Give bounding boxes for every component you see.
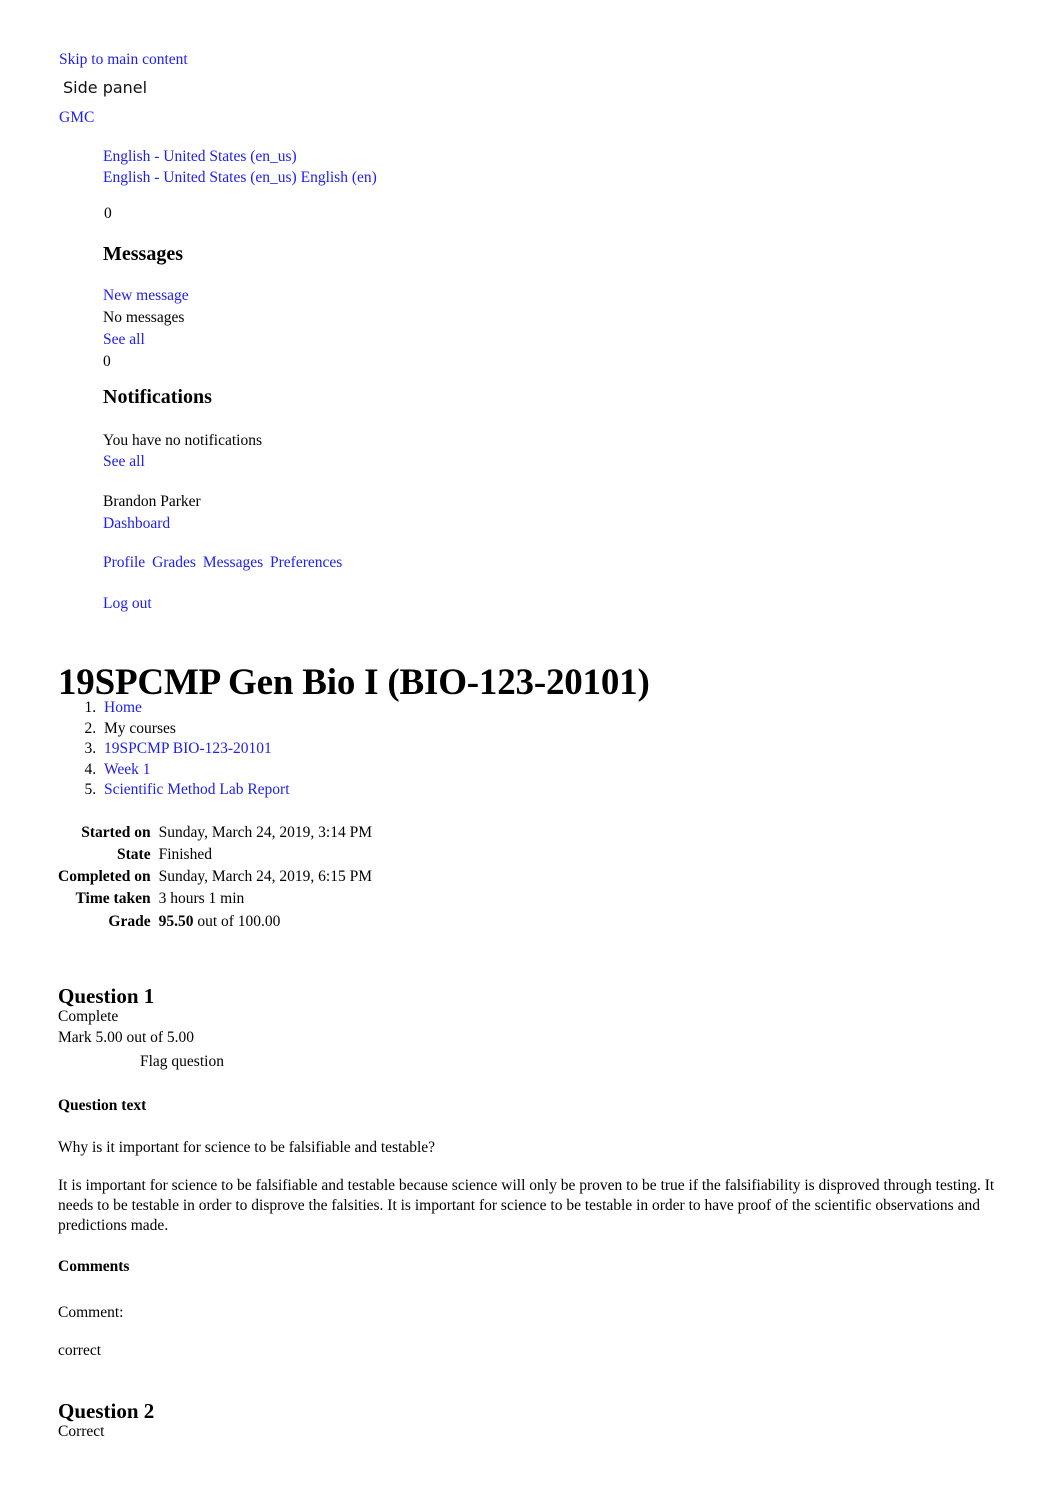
breadcrumb-item-home: Home — [100, 698, 290, 719]
breadcrumb: Home My courses 19SPCMP BIO-123-20101 We… — [58, 698, 290, 801]
notifications-heading: Notifications — [103, 386, 212, 408]
question-1-comment-text: correct — [58, 1342, 102, 1359]
messages-see-all-row: See all — [103, 329, 189, 351]
messages-count: 0 — [104, 205, 112, 222]
table-row: Started on Sunday, March 24, 2019, 3:14 … — [58, 822, 372, 844]
attempt-value-started-on: Sunday, March 24, 2019, 3:14 PM — [158, 824, 372, 841]
messages-link[interactable]: Messages — [203, 554, 263, 571]
table-row: Completed on Sunday, March 24, 2019, 6:1… — [58, 866, 372, 888]
no-messages-text: No messages — [103, 309, 185, 326]
question-1-info: Complete Mark 5.00 out of 5.00 — [58, 1007, 194, 1048]
user-menu: Brandon Parker Dashboard — [103, 491, 201, 535]
side-panel-toggle[interactable]: Side panel — [63, 78, 147, 99]
breadcrumb-link-home[interactable]: Home — [104, 699, 142, 716]
attempt-summary-table: Started on Sunday, March 24, 2019, 3:14 … — [58, 822, 372, 933]
attempt-value-grade: 95.50 out of 100.00 — [154, 911, 372, 933]
notifications-see-all-link[interactable]: See all — [103, 453, 145, 470]
question-1-comment-label: Comment: — [58, 1304, 124, 1321]
new-message-row: New message — [103, 285, 189, 307]
language-options-link[interactable]: English - United States (en_us) English … — [103, 169, 377, 186]
skip-to-main-content-link[interactable]: Skip to main content — [59, 50, 188, 70]
attempt-label-started-on: Started on — [81, 824, 151, 841]
site-brand-link[interactable]: GMC — [59, 108, 94, 128]
question-1-flag-button[interactable]: Flag question — [140, 1052, 224, 1072]
table-row: State Finished — [58, 844, 372, 866]
breadcrumb-item-activity: Scientific Method Lab Report — [100, 780, 290, 801]
notifications-see-all-row: See all — [103, 451, 262, 472]
dashboard-link[interactable]: Dashboard — [103, 515, 170, 532]
breadcrumb-item-my-courses: My courses — [100, 719, 290, 740]
profile-link[interactable]: Profile — [103, 554, 145, 571]
question-1-mark: Mark 5.00 out of 5.00 — [58, 1028, 195, 1046]
question-2-info: Correct — [58, 1422, 104, 1443]
attempt-value-completed-on: Sunday, March 24, 2019, 6:15 PM — [158, 868, 372, 886]
question-1-state: Complete — [58, 1008, 119, 1025]
no-notifications-text: You have no notifications — [103, 432, 263, 449]
dashboard-row: Dashboard — [103, 513, 201, 535]
breadcrumb-item-course: 19SPCMP BIO-123-20101 — [100, 739, 290, 760]
language-current-link[interactable]: English - United States (en_us) — [103, 148, 297, 165]
messages-panel: New message No messages See all 0 — [103, 285, 189, 373]
attempt-value-state: Finished — [158, 846, 212, 864]
question-1-comments-heading: Comments — [58, 1258, 130, 1275]
language-menu: English - United States (en_us) English … — [103, 147, 377, 188]
notifications-panel: You have no notifications See all — [103, 430, 262, 472]
table-row: Grade 95.50 out of 100.00 — [58, 911, 372, 933]
question-1-prompt: Why is it important for science to be fa… — [58, 1139, 436, 1156]
question-1-text-label: Question text — [58, 1097, 147, 1114]
grade-suffix: out of 100.00 — [197, 912, 281, 930]
question-1-answer: It is important for science to be falsif… — [58, 1177, 995, 1235]
preferences-link[interactable]: Preferences — [270, 554, 342, 571]
messages-heading: Messages — [103, 243, 183, 265]
user-name: Brandon Parker — [103, 493, 201, 510]
breadcrumb-link-activity[interactable]: Scientific Method Lab Report — [104, 781, 290, 798]
breadcrumb-link-course[interactable]: 19SPCMP BIO-123-20101 — [104, 740, 272, 757]
breadcrumb-item-week: Week 1 — [100, 760, 290, 781]
quiz-review-page: Skip to main content Side panel GMC Engl… — [0, 0, 1062, 1506]
table-row: Time taken 3 hours 1 min — [58, 888, 372, 910]
language-current-row: English - United States (en_us) — [103, 147, 377, 168]
grade-number: 95.50 — [158, 912, 194, 930]
new-message-link[interactable]: New message — [103, 287, 189, 304]
messages-see-all-link[interactable]: See all — [103, 331, 145, 348]
notifications-count: 0 — [103, 353, 111, 370]
attempt-label-completed-on: Completed on — [58, 868, 151, 886]
logout-row: Log out — [103, 594, 152, 614]
user-menu-links: Profile Grades Messages Preferences — [103, 553, 342, 573]
breadcrumb-link-week[interactable]: Week 1 — [104, 761, 151, 778]
logout-link[interactable]: Log out — [103, 595, 152, 612]
attempt-label-state: State — [117, 846, 151, 864]
grades-link[interactable]: Grades — [152, 554, 196, 571]
attempt-value-time-taken: 3 hours 1 min — [158, 890, 245, 908]
attempt-label-grade: Grade — [108, 912, 151, 930]
question-2-state: Correct — [58, 1423, 105, 1440]
attempt-label-time-taken: Time taken — [75, 890, 151, 908]
language-options-row: English - United States (en_us) English … — [103, 168, 377, 189]
